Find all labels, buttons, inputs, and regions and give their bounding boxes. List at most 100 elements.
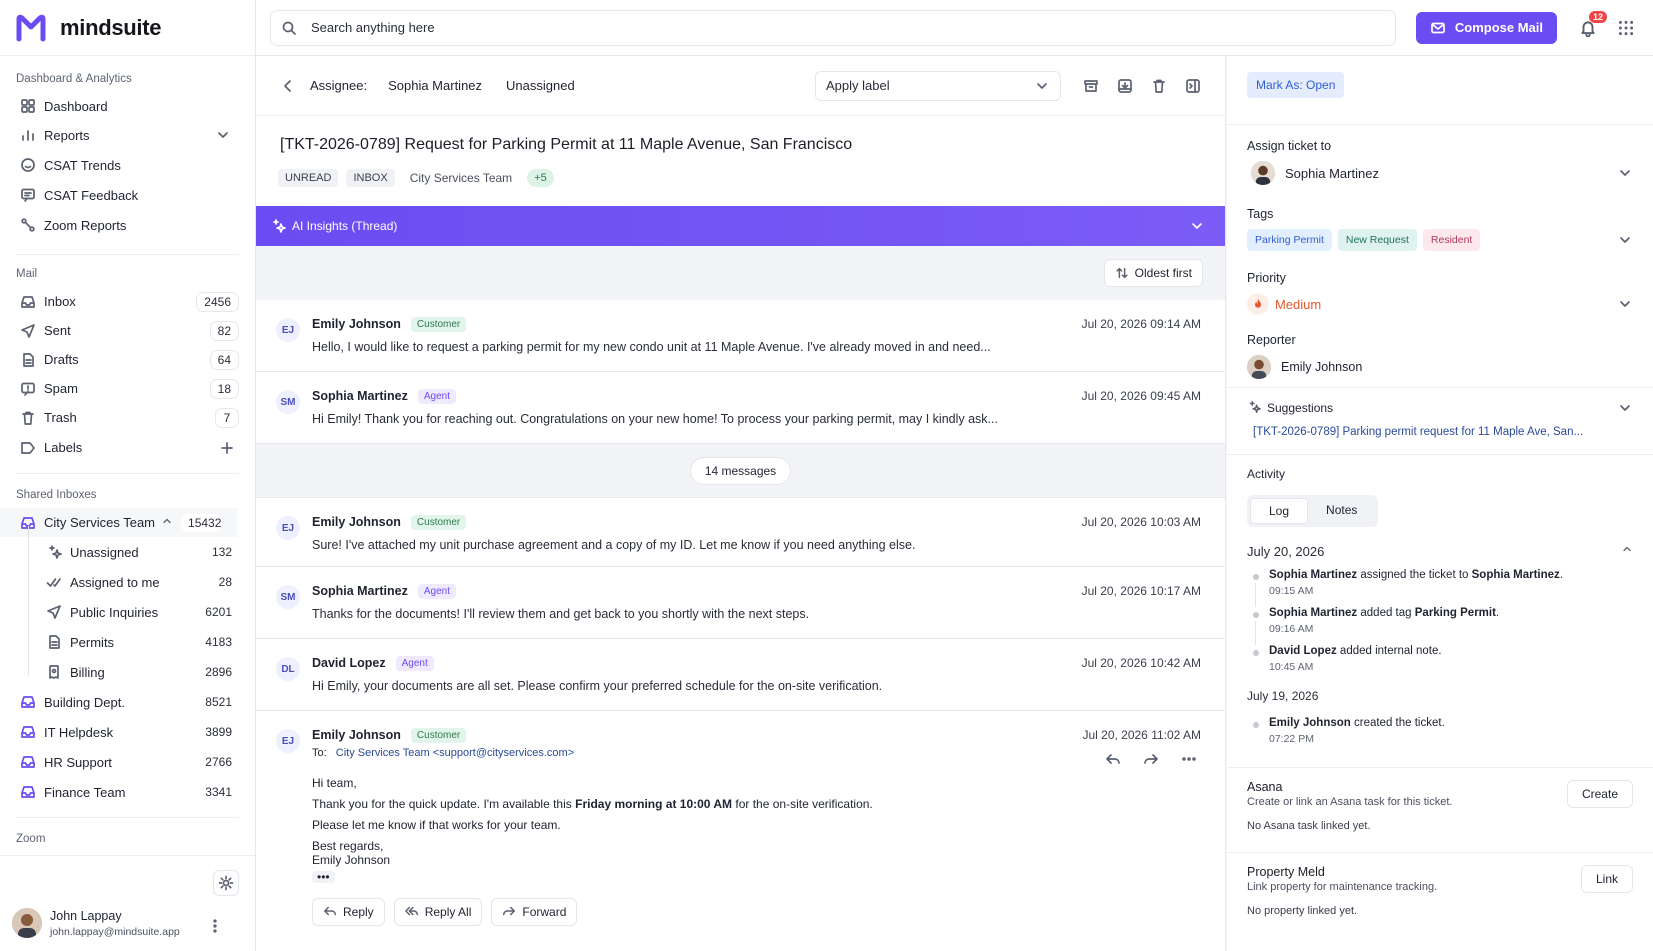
recipient-value[interactable]: City Services Team <support@cityservices… bbox=[336, 747, 574, 759]
reply-button[interactable]: Reply bbox=[312, 898, 385, 926]
count-badge: 3341 bbox=[198, 783, 239, 801]
search-input[interactable] bbox=[311, 20, 1385, 35]
trash-icon[interactable] bbox=[1151, 78, 1167, 94]
chevron-down-icon[interactable] bbox=[215, 127, 231, 143]
sender-name: Sophia Martinez bbox=[312, 584, 408, 598]
to-label: To: bbox=[312, 747, 327, 759]
chevron-up-icon[interactable] bbox=[161, 515, 173, 531]
message-preview: Hi Emily, your documents are all set. Pl… bbox=[312, 679, 883, 693]
sidebar-item-building-dept[interactable]: Building Dept. 8521 bbox=[0, 687, 255, 717]
tags-select[interactable]: Parking Permit New Request Resident bbox=[1247, 229, 1633, 251]
activity-end: . bbox=[1559, 569, 1564, 581]
sender-name: Sophia Martinez bbox=[312, 389, 408, 403]
assign-select[interactable]: Sophia Martinez bbox=[1251, 161, 1633, 185]
move-to-inbox-icon[interactable] bbox=[1117, 78, 1133, 94]
chip-more[interactable]: +5 bbox=[527, 169, 554, 187]
forward-icon[interactable] bbox=[1143, 751, 1159, 767]
chip-inbox[interactable]: INBOX bbox=[346, 169, 395, 187]
section-label-analytics: Dashboard & Analytics bbox=[16, 73, 132, 85]
tags-label: Tags bbox=[1247, 207, 1274, 221]
sort-icon bbox=[1115, 266, 1129, 280]
priority-select[interactable]: Medium bbox=[1247, 293, 1633, 315]
meld-link-button[interactable]: Link bbox=[1580, 865, 1633, 893]
sidebar-item-permits[interactable]: Permits 4183 bbox=[0, 627, 255, 657]
role-badge: Customer bbox=[410, 316, 467, 332]
message-item[interactable]: EJ Emily Johnson Customer Jul 20, 2026 1… bbox=[256, 498, 1225, 567]
sidebar-item-spam[interactable]: Spam 18 bbox=[0, 374, 255, 403]
sidebar-item-it-helpdesk[interactable]: IT Helpdesk 3899 bbox=[0, 717, 255, 747]
sort-oldest-first-button[interactable]: Oldest first bbox=[1103, 259, 1203, 287]
sidebar-item-labels[interactable]: Labels bbox=[0, 432, 255, 463]
sidebar-item-city-services-team[interactable]: City Services Team 15432 bbox=[0, 508, 237, 537]
tab-notes[interactable]: Notes bbox=[1308, 498, 1375, 524]
sidebar-item-csat-feedback[interactable]: CSAT Feedback bbox=[0, 180, 255, 210]
sender-name: Emily Johnson bbox=[312, 515, 401, 529]
apps-grid-icon[interactable] bbox=[1617, 19, 1635, 37]
sidebar-item-inbox[interactable]: Inbox 2456 bbox=[0, 287, 255, 316]
sidebar-item-public-inquiries[interactable]: Public Inquiries 6201 bbox=[0, 597, 255, 627]
plus-icon[interactable] bbox=[219, 440, 235, 456]
compose-mail-button[interactable]: Compose Mail bbox=[1415, 11, 1557, 44]
theme-toggle-button[interactable] bbox=[213, 870, 239, 896]
app-name: mindsuite bbox=[60, 14, 162, 40]
message-item[interactable]: EJ Emily Johnson Customer Jul 20, 2026 0… bbox=[256, 300, 1225, 372]
more-vertical-icon[interactable] bbox=[207, 918, 223, 934]
search-box[interactable] bbox=[270, 9, 1396, 46]
suggestion-link[interactable]: [TKT-2026-0789] Parking permit request f… bbox=[1253, 426, 1633, 438]
chip-unread[interactable]: UNREAD bbox=[278, 169, 339, 187]
message-item[interactable]: DL David Lopez Agent Jul 20, 2026 10:42 … bbox=[256, 639, 1225, 711]
avatar[interactable] bbox=[12, 908, 42, 938]
ai-insights-bar[interactable]: AI Insights (Thread) bbox=[256, 206, 1225, 246]
message-item[interactable]: SM Sophia Martinez Agent Jul 20, 2026 10… bbox=[256, 567, 1225, 639]
sidebar-item-dashboard[interactable]: Dashboard bbox=[0, 92, 255, 120]
tab-log[interactable]: Log bbox=[1250, 498, 1309, 524]
more-horizontal-icon[interactable] bbox=[1181, 751, 1197, 767]
suggestions-header[interactable]: Suggestions bbox=[1247, 400, 1633, 416]
assignee-unassigned[interactable]: Unassigned bbox=[506, 78, 575, 93]
meld-title: Property Meld bbox=[1247, 865, 1325, 879]
logo[interactable]: mindsuite bbox=[0, 0, 255, 56]
sidebar-item-drafts[interactable]: Drafts 64 bbox=[0, 345, 255, 374]
sidebar-toggle-icon[interactable] bbox=[1185, 78, 1201, 94]
sidebar-item-sent[interactable]: Sent 82 bbox=[0, 316, 255, 345]
asana-create-button[interactable]: Create bbox=[1566, 780, 1633, 808]
body-line-2: Please let me know if that works for you… bbox=[312, 818, 561, 832]
sidebar-item-assigned-to-me[interactable]: Assigned to me 28 bbox=[0, 567, 255, 597]
sidebar-item-zoom-reports[interactable]: Zoom Reports bbox=[0, 210, 255, 240]
sidebar-item-csat-trends[interactable]: CSAT Trends bbox=[0, 150, 255, 180]
forward-button[interactable]: Forward bbox=[491, 898, 578, 926]
notifications-button[interactable]: 12 bbox=[1579, 10, 1607, 37]
chevron-down-icon bbox=[1617, 296, 1633, 312]
reply-icon[interactable] bbox=[1105, 751, 1121, 767]
sidebar-item-label: IT Helpdesk bbox=[44, 724, 114, 740]
sun-icon bbox=[218, 875, 234, 891]
sidebar-item-finance-team[interactable]: Finance Team 3341 bbox=[0, 777, 255, 807]
activity-action: added internal note. bbox=[1336, 645, 1442, 657]
expand-messages-button[interactable]: 14 messages bbox=[689, 456, 792, 485]
sidebar-item-hr-support[interactable]: HR Support 2766 bbox=[0, 747, 255, 777]
mail-icon bbox=[1430, 20, 1446, 36]
apply-label-select[interactable]: Apply label bbox=[815, 70, 1061, 101]
tag-chip[interactable]: Parking Permit bbox=[1247, 229, 1332, 251]
message-preview: Thanks for the documents! I'll review th… bbox=[312, 607, 810, 621]
chevron-up-icon[interactable] bbox=[1621, 543, 1633, 559]
reply-all-button[interactable]: Reply All bbox=[393, 898, 483, 926]
activity-action: added tag bbox=[1357, 607, 1415, 619]
sidebar-item-reports[interactable]: Reports bbox=[0, 120, 255, 150]
activity-date: July 20, 2026 bbox=[1247, 543, 1325, 559]
activity-time: 10:45 AM bbox=[1269, 661, 1314, 673]
tag-chip[interactable]: Resident bbox=[1422, 229, 1481, 251]
sender-name: Emily Johnson bbox=[312, 728, 401, 742]
message-preview: Hello, I would like to request a parking… bbox=[312, 340, 991, 354]
assignee-name[interactable]: Sophia Martinez bbox=[388, 78, 482, 93]
tag-chip[interactable]: New Request bbox=[1337, 229, 1417, 251]
show-trimmed-button[interactable]: ••• bbox=[312, 871, 335, 883]
sidebar-item-billing[interactable]: Billing 2896 bbox=[0, 657, 255, 687]
sidebar-item-trash[interactable]: Trash 7 bbox=[0, 403, 255, 432]
message-item[interactable]: SM Sophia Martinez Agent Jul 20, 2026 09… bbox=[256, 372, 1225, 444]
chip-team[interactable]: City Services Team bbox=[403, 168, 519, 188]
mark-as-open-button[interactable]: Mark As: Open bbox=[1247, 72, 1345, 98]
back-arrow-icon[interactable] bbox=[280, 78, 296, 94]
archive-icon[interactable] bbox=[1083, 78, 1099, 94]
sidebar-item-unassigned[interactable]: Unassigned 132 bbox=[0, 537, 255, 567]
